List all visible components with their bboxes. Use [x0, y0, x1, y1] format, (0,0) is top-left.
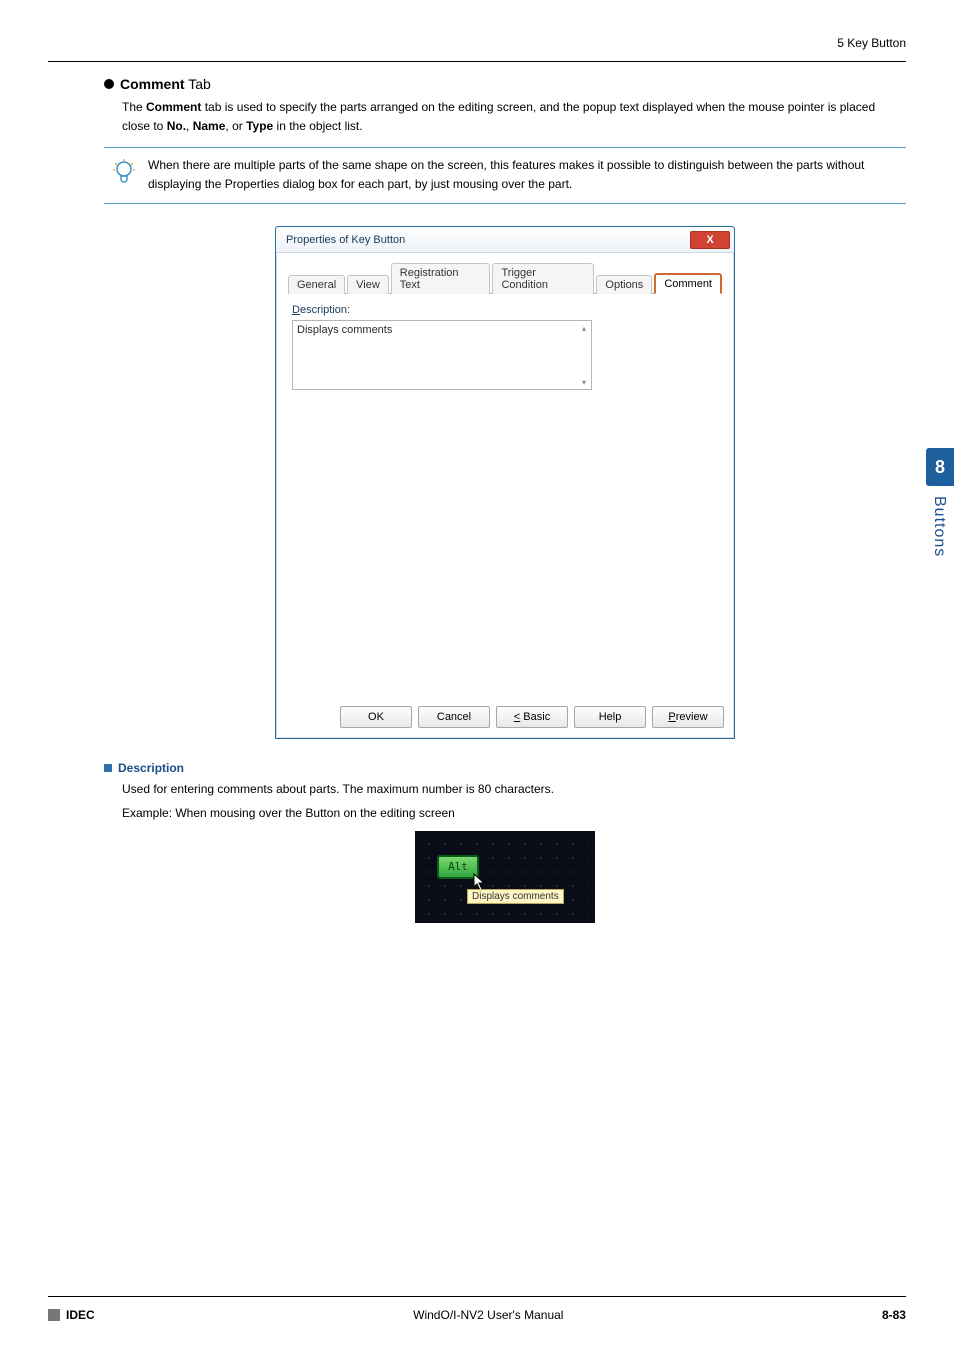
- description-textarea[interactable]: Displays comments ▴ ▾: [292, 320, 592, 390]
- t: The: [122, 100, 146, 114]
- tab-registration-text[interactable]: Registration Text: [391, 263, 491, 294]
- page-header: 5 Key Button: [48, 34, 906, 62]
- example-tooltip: Displays comments: [467, 889, 564, 904]
- t: Comment: [146, 100, 201, 114]
- dialog-titlebar[interactable]: Properties of Key Button X: [276, 227, 734, 253]
- page-footer: IDEC WindO/I-NV2 User's Manual 8-83: [48, 1296, 906, 1326]
- tab-view[interactable]: View: [347, 275, 389, 294]
- footer-page-num: 8-83: [882, 1308, 906, 1322]
- footer-brand-text: IDEC: [66, 1308, 95, 1322]
- tab-comment[interactable]: Comment: [654, 273, 722, 294]
- description-heading: Description: [104, 761, 906, 775]
- t: in the object list.: [273, 119, 362, 133]
- side-chapter-number: 8: [926, 448, 954, 486]
- scroll-down-icon[interactable]: ▾: [579, 377, 589, 387]
- intro-paragraph: The Comment tab is used to specify the p…: [122, 98, 906, 135]
- footer-page: 8-83: [882, 1308, 906, 1322]
- cancel-button[interactable]: Cancel: [418, 706, 490, 728]
- tip-callout: When there are multiple parts of the sam…: [104, 147, 906, 204]
- idec-logo-icon: [48, 1309, 60, 1321]
- tab-general[interactable]: General: [288, 275, 345, 294]
- example-screenshot: Alt Displays comments: [415, 831, 595, 923]
- section-heading-text: Comment Tab: [120, 76, 211, 92]
- t: , or: [225, 119, 246, 133]
- description-heading-text: Description: [118, 761, 184, 775]
- footer-brand: IDEC: [48, 1308, 95, 1322]
- side-chapter-label: Buttons: [930, 496, 948, 557]
- tab-options[interactable]: Options: [596, 275, 652, 294]
- basic-button[interactable]: < Basic: [496, 706, 568, 728]
- lightbulb-icon: [110, 156, 138, 193]
- dialog-button-row: OK Cancel < Basic Help Preview: [276, 698, 734, 738]
- scroll-up-icon[interactable]: ▴: [579, 323, 589, 333]
- heading-bold: Comment: [120, 76, 185, 92]
- section-heading: Comment Tab: [104, 76, 906, 92]
- t: Name: [193, 119, 226, 133]
- dialog-tabs: General View Registration Text Trigger C…: [288, 263, 722, 294]
- tab-trigger-condition[interactable]: Trigger Condition: [492, 263, 594, 294]
- side-chapter-tab: 8 Buttons: [918, 448, 954, 557]
- t: Type: [246, 119, 273, 133]
- ok-button[interactable]: OK: [340, 706, 412, 728]
- description-line2: Example: When mousing over the Button on…: [122, 804, 906, 823]
- dialog-title: Properties of Key Button: [286, 234, 405, 246]
- preview-button[interactable]: Preview: [652, 706, 724, 728]
- help-button[interactable]: Help: [574, 706, 646, 728]
- alt-label: Alt: [448, 860, 468, 873]
- t: No.: [167, 119, 186, 133]
- t: ,: [186, 119, 193, 133]
- description-value: Displays comments: [297, 324, 577, 336]
- properties-dialog: Properties of Key Button X General View …: [275, 226, 735, 739]
- close-button[interactable]: X: [690, 231, 730, 249]
- tip-text: When there are multiple parts of the sam…: [148, 156, 896, 193]
- heading-rest: Tab: [185, 76, 211, 92]
- header-section: 5 Key Button: [837, 36, 906, 50]
- footer-center: WindO/I-NV2 User's Manual: [413, 1308, 563, 1322]
- square-bullet-icon: [104, 764, 112, 772]
- description-label-rest: escription:: [300, 304, 350, 316]
- description-line1: Used for entering comments about parts. …: [122, 780, 906, 799]
- textarea-scrollbar[interactable]: ▴ ▾: [579, 323, 589, 387]
- bullet-icon: [104, 79, 114, 89]
- description-label: Description:: [292, 304, 718, 316]
